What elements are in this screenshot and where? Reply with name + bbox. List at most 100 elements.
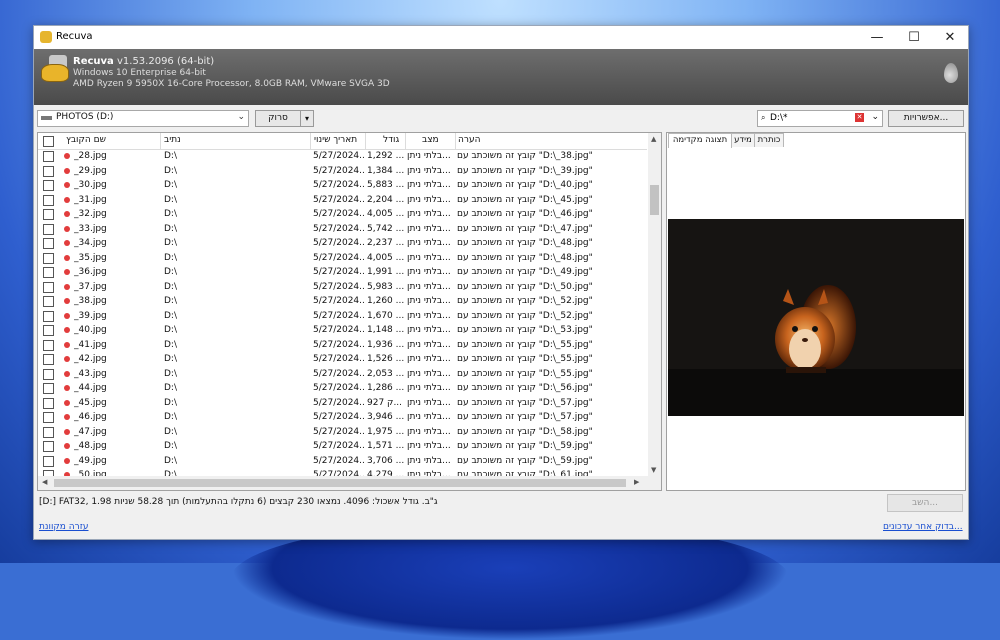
table-row[interactable]: _32.jpg D:\ 5/27/2024... 4,005 ... בלתי ניתן… bbox=[38, 207, 647, 222]
scroll-left-icon[interactable]: ◀ bbox=[42, 478, 47, 486]
scroll-down-icon[interactable]: ▼ bbox=[651, 466, 656, 474]
table-row[interactable]: _42.jpg D:\ 5/27/2024... 1,526 ... בלתי ניתן… bbox=[38, 352, 647, 367]
cell-name: _47.jpg bbox=[74, 426, 107, 437]
tab-info[interactable]: מידע bbox=[731, 133, 755, 147]
cell-date: 5/27/2024... bbox=[313, 281, 364, 292]
scroll-up-icon[interactable]: ▲ bbox=[651, 135, 656, 143]
table-row[interactable]: _39.jpg D:\ 5/27/2024... 1,670 ... בלתי ניתן… bbox=[38, 309, 647, 324]
state-red-dot-icon bbox=[64, 240, 70, 246]
table-row[interactable]: _48.jpg D:\ 5/27/2024... 1,571 ... בלתי ניתן… bbox=[38, 439, 647, 454]
cell-path: D:\ bbox=[164, 267, 177, 277]
vertical-scroll-thumb[interactable] bbox=[650, 185, 659, 215]
select-all-checkbox[interactable] bbox=[43, 136, 54, 147]
cell-name: _29.jpg bbox=[74, 165, 107, 176]
row-checkbox[interactable] bbox=[43, 426, 54, 438]
row-checkbox[interactable] bbox=[43, 383, 54, 394]
row-checkbox[interactable] bbox=[43, 368, 54, 380]
row-checkbox[interactable] bbox=[43, 325, 54, 336]
row-checkbox[interactable] bbox=[43, 296, 54, 307]
tab-preview[interactable]: תצוגה מקדימה bbox=[668, 133, 732, 148]
cell-path: D:\ bbox=[164, 354, 177, 364]
column-size[interactable]: גודל bbox=[383, 135, 399, 145]
cell-path: D:\ bbox=[164, 368, 177, 379]
table-row[interactable]: _34.jpg D:\ 5/27/2024... 2,237 ... בלתי ניתן… bbox=[38, 236, 647, 251]
row-checkbox[interactable] bbox=[43, 194, 54, 206]
table-row[interactable]: _29.jpg D:\ 5/27/2024... 1,384 ... בלתי ניתן… bbox=[38, 164, 647, 179]
cell-path: D:\ bbox=[164, 310, 177, 321]
tab-header[interactable]: כותרת bbox=[754, 133, 784, 147]
table-row[interactable]: _37.jpg D:\ 5/27/2024... 5,983 ... בלתי ניתן… bbox=[38, 280, 647, 295]
maximize-button[interactable]: ☐ bbox=[896, 26, 932, 49]
row-checkbox[interactable] bbox=[43, 455, 54, 467]
table-row[interactable]: _46.jpg D:\ 5/27/2024... 3,946 ... בלתי ניתן… bbox=[38, 410, 647, 425]
table-row[interactable]: _35.jpg D:\ 5/27/2024... 4,005 ... בלתי ניתן… bbox=[38, 251, 647, 266]
file-list[interactable]: שם הקובץ נתיב תאריך שינוי גודל מצב הערה … bbox=[37, 132, 662, 491]
table-row[interactable]: _43.jpg D:\ 5/27/2024... 2,053 ... בלתי ניתן… bbox=[38, 367, 647, 382]
horizontal-scrollbar[interactable]: ◀ ▶ bbox=[38, 476, 661, 490]
row-checkbox[interactable] bbox=[43, 310, 54, 322]
column-state[interactable]: מצב bbox=[422, 135, 439, 145]
table-row[interactable]: _28.jpg D:\ 5/27/2024... 1,292 ... בלתי ניתן… bbox=[38, 149, 647, 164]
row-checkbox[interactable] bbox=[43, 397, 54, 409]
options-button[interactable]: אפשרויות... bbox=[888, 110, 964, 127]
row-checkbox[interactable] bbox=[43, 267, 54, 278]
filter-combo[interactable]: ⌕ ✕ ⌄ bbox=[757, 110, 883, 127]
check-updates-link[interactable]: בדוק אחר עדכונים... bbox=[883, 522, 963, 532]
recover-button[interactable]: השב... bbox=[887, 494, 963, 512]
horizontal-scroll-thumb[interactable] bbox=[54, 479, 626, 487]
squirrel-image bbox=[668, 219, 964, 416]
row-checkbox[interactable] bbox=[43, 238, 54, 249]
row-checkbox[interactable] bbox=[43, 354, 54, 365]
state-red-dot-icon bbox=[64, 370, 70, 377]
row-checkbox[interactable] bbox=[43, 252, 54, 264]
column-modified[interactable]: תאריך שינוי bbox=[314, 135, 357, 145]
row-checkbox[interactable] bbox=[43, 339, 54, 351]
row-checkbox[interactable] bbox=[43, 180, 54, 191]
cell-date: 5/27/2024... bbox=[313, 223, 364, 234]
table-row[interactable]: _30.jpg D:\ 5/27/2024... 5,883 ... בלתי ניתן… bbox=[38, 178, 647, 193]
minimize-button[interactable]: — bbox=[859, 26, 895, 49]
table-row[interactable]: _31.jpg D:\ 5/27/2024... 2,204 ... בלתי ניתן… bbox=[38, 193, 647, 208]
row-checkbox[interactable] bbox=[43, 441, 54, 452]
table-row[interactable]: _49.jpg D:\ 5/27/2024... 3,706 ... בלתי ניתן… bbox=[38, 454, 647, 469]
title-bar[interactable]: Recuva — ☐ ✕ bbox=[34, 26, 968, 49]
row-checkbox[interactable] bbox=[43, 412, 54, 423]
cell-size: 1,260 ... bbox=[367, 296, 405, 306]
row-checkbox[interactable] bbox=[43, 209, 54, 220]
cell-comment: קובץ זה משוכתב עם "D:\_52.jpg" bbox=[457, 296, 593, 306]
cell-date: 5/27/2024... bbox=[313, 339, 364, 350]
table-row[interactable]: _33.jpg D:\ 5/27/2024... 5,742 ... בלתי ניתן… bbox=[38, 222, 647, 237]
table-row[interactable]: _44.jpg D:\ 5/27/2024... 1,286 ... בלתי ניתן… bbox=[38, 381, 647, 396]
close-button[interactable]: ✕ bbox=[932, 26, 968, 49]
cell-state: בלתי ניתן... bbox=[407, 165, 451, 176]
row-checkbox[interactable] bbox=[43, 151, 54, 162]
table-row[interactable]: _40.jpg D:\ 5/27/2024... 1,148 ... בלתי ניתן… bbox=[38, 323, 647, 338]
column-comment[interactable]: הערה bbox=[458, 135, 480, 145]
cell-name: _37.jpg bbox=[74, 281, 107, 292]
row-checkbox[interactable] bbox=[43, 165, 54, 177]
column-path[interactable]: נתיב bbox=[164, 135, 181, 145]
table-row[interactable]: _45.jpg D:\ 5/27/2024... 927 ק... בלתי ניתן.… bbox=[38, 396, 647, 411]
row-checkbox[interactable] bbox=[43, 223, 54, 235]
vertical-scrollbar[interactable]: ▲ ▼ bbox=[648, 133, 661, 476]
chevron-down-icon[interactable]: ⌄ bbox=[871, 112, 879, 122]
cell-state: בלתי ניתן... bbox=[407, 325, 451, 335]
filter-input[interactable] bbox=[770, 112, 850, 124]
table-row[interactable]: _47.jpg D:\ 5/27/2024... 1,975 ... בלתי ניתן… bbox=[38, 425, 647, 440]
scroll-right-icon[interactable]: ▶ bbox=[634, 478, 639, 486]
table-row[interactable]: _41.jpg D:\ 5/27/2024... 1,936 ... בלתי ניתן… bbox=[38, 338, 647, 353]
app-header: Recuva v1.53.2096 (64-bit) Windows 10 En… bbox=[34, 49, 968, 105]
scan-dropdown-button[interactable]: ▾ bbox=[300, 110, 314, 127]
row-checkbox[interactable] bbox=[43, 281, 54, 293]
drive-select[interactable]: PHOTOS (D:) ⌄ bbox=[37, 110, 249, 127]
cell-path: D:\ bbox=[164, 397, 177, 408]
column-name[interactable]: שם הקובץ bbox=[66, 135, 106, 145]
cell-date: 5/27/2024... bbox=[313, 238, 364, 248]
state-red-dot-icon bbox=[64, 312, 70, 319]
table-row[interactable]: _38.jpg D:\ 5/27/2024... 1,260 ... בלתי ניתן… bbox=[38, 294, 647, 309]
table-row[interactable]: _36.jpg D:\ 5/27/2024... 1,991 ... בלתי ניתן… bbox=[38, 265, 647, 280]
online-help-link[interactable]: עזרה מקוונת bbox=[39, 522, 89, 532]
clear-filter-icon[interactable]: ✕ bbox=[855, 113, 864, 122]
scan-status-text: [D:] FAT32, 1.98 ג"ב. גודל אשכול: 4096. … bbox=[39, 497, 438, 507]
scan-button[interactable]: סרוק bbox=[255, 110, 301, 127]
